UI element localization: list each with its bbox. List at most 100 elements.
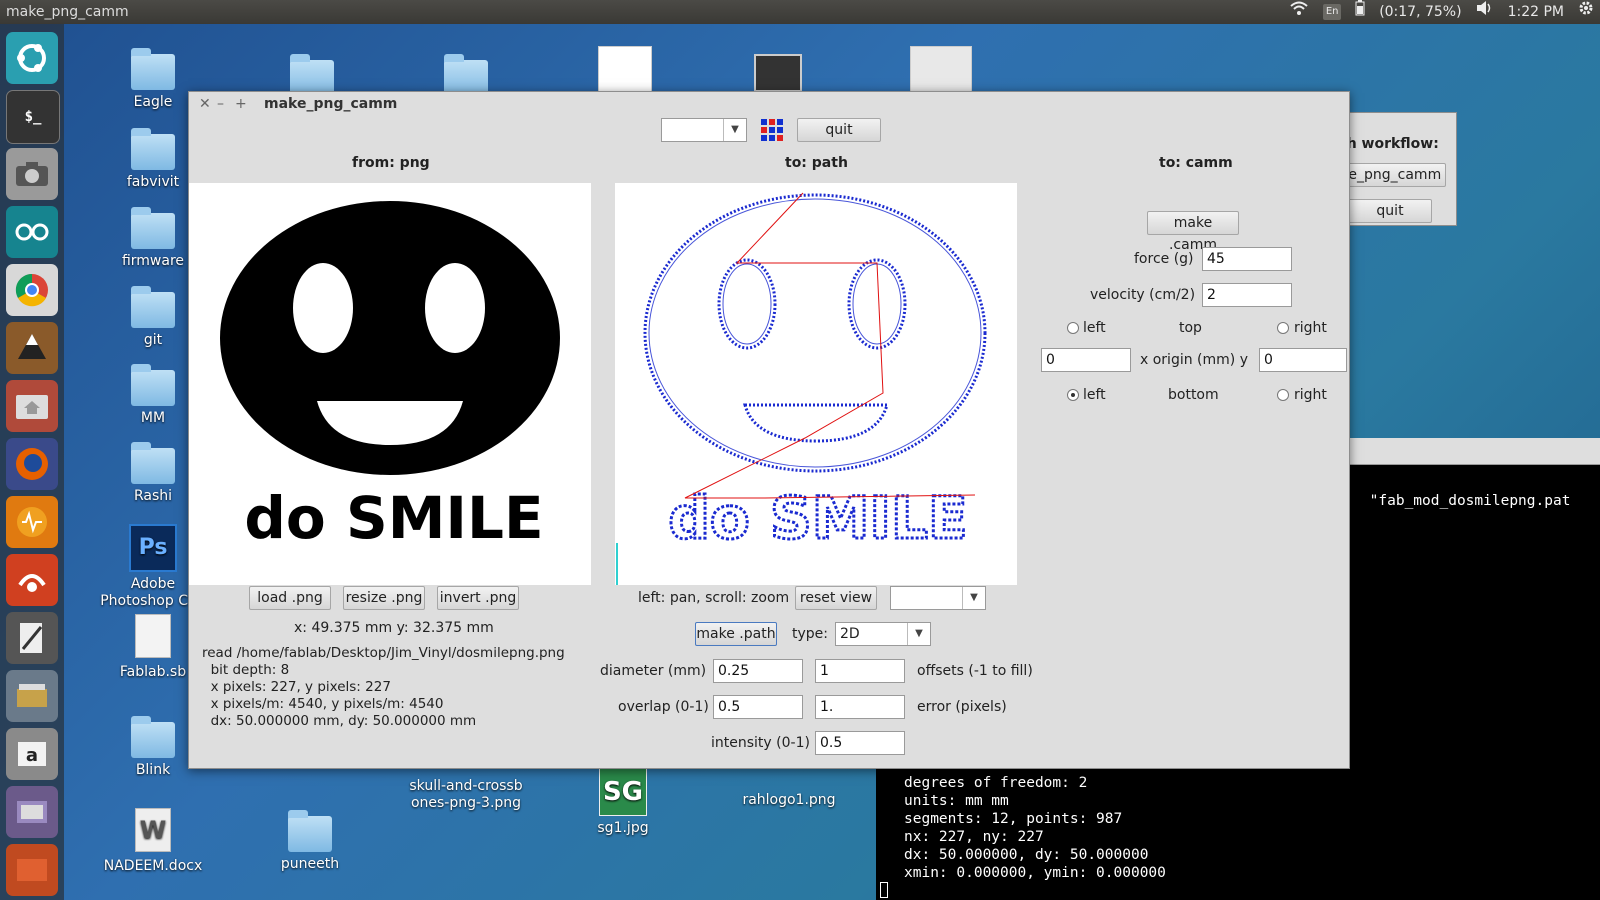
app-icon[interactable]	[6, 844, 58, 896]
error-label: error (pixels)	[917, 699, 1007, 715]
file-icon	[135, 614, 171, 658]
folder-icon	[131, 207, 175, 249]
folder-icon	[288, 810, 332, 852]
document-thumbnail-icon[interactable]	[598, 46, 652, 92]
intensity-label: intensity (0-1)	[711, 735, 810, 751]
diameter-input[interactable]: 0.25	[713, 659, 803, 683]
desktop-file[interactable]: rahlogo1.png	[734, 792, 844, 808]
text-editor-icon[interactable]	[6, 612, 58, 664]
toolpath-image: do SMILE	[616, 192, 987, 585]
battery-status[interactable]: (0:17, 75%)	[1379, 0, 1461, 24]
terminal-line: xmin: 0.000000, ymin: 0.000000	[904, 865, 1166, 881]
desktop-icon-label: Rashi	[133, 488, 173, 504]
terminal-line: segments: 12, points: 987	[904, 811, 1123, 827]
invert-png-button[interactable]: invert .png	[437, 586, 519, 610]
window-title: make_png_camm	[264, 96, 398, 112]
smiley-image: do SMILE	[220, 201, 560, 552]
chevron-down-icon: ▼	[907, 623, 930, 645]
desktop-file[interactable]: SG sg1.jpg	[568, 768, 678, 836]
screenshot-thumbnail-icon[interactable]	[910, 46, 972, 92]
terminal-cursor	[880, 882, 888, 898]
origin-y-input[interactable]: 0	[1259, 348, 1347, 372]
reset-view-button[interactable]: reset view	[795, 586, 877, 610]
overlap-input[interactable]: 0.5	[713, 695, 803, 719]
png-info-text: read /home/fablab/Desktop/Jim_Vinyl/dosm…	[202, 645, 565, 729]
overlap-label: overlap (0-1)	[618, 699, 709, 715]
keyboard-layout-indicator[interactable]: En	[1323, 4, 1342, 20]
from-png-header: from: png	[352, 155, 430, 171]
make-path-button[interactable]: make .path	[695, 622, 777, 646]
top-panel: make_png_camm En (0:17, 75%) 1:22 PM	[0, 0, 1600, 24]
origin-bottom-right-radio[interactable]	[1277, 389, 1289, 401]
quit-button[interactable]: quit	[797, 118, 881, 142]
launcher: $_ a	[0, 24, 64, 900]
volume-icon[interactable]	[1476, 0, 1494, 24]
origin-x-input[interactable]: 0	[1041, 348, 1131, 372]
workflow-title: th workflow:	[1340, 136, 1439, 152]
desktop-icon-label: git	[143, 332, 163, 348]
folder-icon	[131, 716, 175, 758]
folder-icon	[131, 442, 175, 484]
app-icon[interactable]	[6, 786, 58, 838]
desktop-folder[interactable]: puneeth	[255, 810, 365, 872]
to-camm-header: to: camm	[1159, 155, 1233, 171]
color-grid-icon[interactable]	[760, 118, 784, 142]
path-preview-canvas[interactable]: do SMILE	[615, 183, 1017, 585]
origin-top-left-radio[interactable]	[1067, 322, 1079, 334]
terminal-icon[interactable]: $_	[6, 90, 60, 144]
clock[interactable]: 1:22 PM	[1508, 0, 1564, 24]
gear-icon[interactable]	[1578, 0, 1594, 24]
active-window-title: make_png_camm	[6, 4, 129, 20]
diameter-label: diameter (mm)	[600, 663, 707, 679]
desktop-file[interactable]: W NADEEM.docx	[98, 808, 208, 874]
intensity-input[interactable]: 0.5	[815, 731, 905, 755]
minimize-icon[interactable]: –	[217, 96, 224, 112]
battery-icon[interactable]	[1355, 0, 1365, 24]
origin-top-right-radio[interactable]	[1277, 322, 1289, 334]
desktop-icon-label: MM	[140, 410, 166, 426]
files-icon[interactable]	[6, 380, 58, 432]
velocity-input[interactable]: 2	[1202, 283, 1292, 307]
folder-icon	[131, 128, 175, 170]
desktop-icon-label: puneeth	[280, 856, 340, 872]
desktop-icon-label: firmware	[121, 253, 185, 269]
folder-icon	[131, 364, 175, 406]
force-input[interactable]: 45	[1202, 247, 1292, 271]
type-select[interactable]: 2D ▼	[835, 622, 931, 646]
app-icon[interactable]	[6, 670, 58, 722]
window-titlebar: ✕ – + make_png_camm	[189, 92, 1349, 118]
image-thumbnail-icon: SG	[599, 768, 647, 816]
format-select[interactable]: ▼	[661, 118, 747, 142]
desktop-icon-label: Fablab.sb	[119, 664, 187, 680]
desktop-file[interactable]: skull-and-crossbones-png-3.png	[398, 778, 534, 812]
camera-icon[interactable]	[6, 148, 58, 200]
wifi-icon[interactable]	[1289, 0, 1309, 24]
ubuntu-dash-icon[interactable]	[6, 32, 58, 84]
desktop-icon-label: rahlogo1.png	[742, 792, 836, 808]
maximize-icon[interactable]: +	[235, 96, 247, 112]
folder-icon	[131, 48, 175, 90]
velocity-label: velocity (cm/2)	[1090, 287, 1196, 303]
error-input[interactable]: 1.	[815, 695, 905, 719]
svg-text:a: a	[26, 745, 38, 766]
load-png-button[interactable]: load .png	[249, 586, 331, 610]
inkscape-icon[interactable]	[6, 322, 58, 374]
origin-bottom-left-radio[interactable]	[1067, 389, 1079, 401]
screen-thumbnail-icon[interactable]	[754, 54, 802, 92]
make-camm-button[interactable]: make .camm	[1147, 211, 1239, 253]
app-icon[interactable]	[6, 554, 58, 606]
resize-png-button[interactable]: resize .png	[343, 586, 425, 610]
offsets-input[interactable]: 1	[815, 659, 905, 683]
terminal-line: ng" "fab_mod_dosmilepng.pat	[1326, 493, 1571, 509]
png-preview-canvas[interactable]: do SMILE	[189, 183, 591, 585]
close-icon[interactable]: ✕	[199, 96, 211, 112]
amazon-icon[interactable]: a	[6, 728, 58, 780]
workflow-button[interactable]: ke_png_camm	[1336, 163, 1446, 187]
firefox-icon[interactable]	[6, 438, 58, 490]
view-select[interactable]: ▼	[890, 586, 986, 610]
audio-app-icon[interactable]	[6, 496, 58, 548]
make-png-camm-window[interactable]: ✕ – + make_png_camm ▼ quit from: png to:…	[188, 91, 1350, 769]
workflow-quit-button[interactable]: quit	[1348, 199, 1432, 223]
chrome-icon[interactable]	[6, 264, 58, 316]
arduino-icon[interactable]	[6, 206, 58, 258]
